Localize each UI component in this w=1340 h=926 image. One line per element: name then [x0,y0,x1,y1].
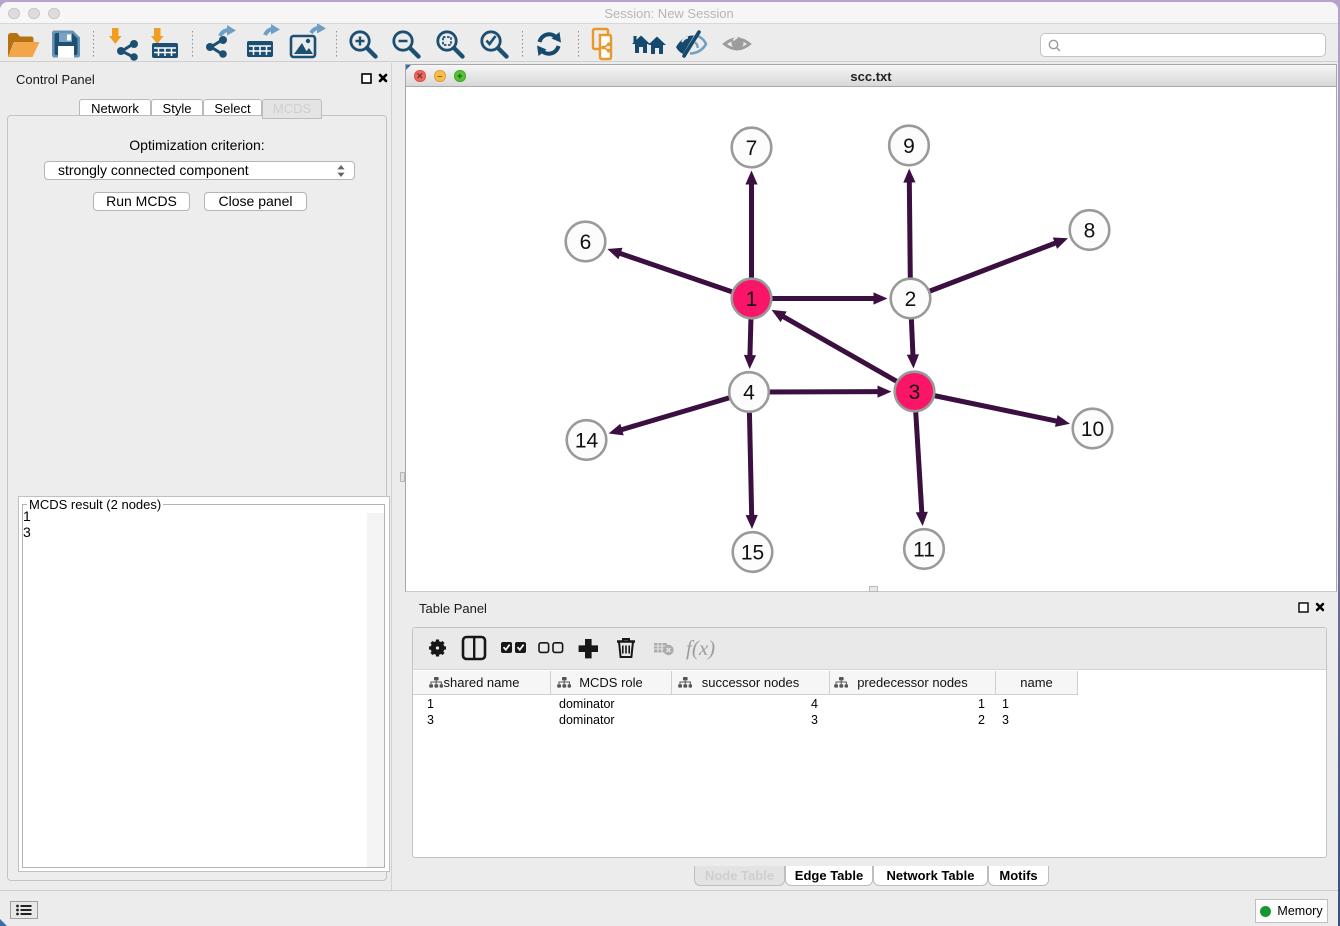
svg-text:14: 14 [575,430,599,453]
svg-text:15: 15 [741,542,764,565]
svg-text:8: 8 [1084,220,1096,243]
svg-text:2: 2 [905,288,917,311]
svg-text:f(x): f(x) [686,636,715,660]
svg-text:9: 9 [903,135,915,158]
svg-text:1: 1 [746,288,758,311]
svg-text:3: 3 [909,381,921,404]
svg-text:11: 11 [913,539,935,562]
svg-text:10: 10 [1081,418,1104,441]
svg-text:6: 6 [580,231,592,254]
svg-text:4: 4 [743,382,755,405]
svg-text:7: 7 [746,137,758,160]
